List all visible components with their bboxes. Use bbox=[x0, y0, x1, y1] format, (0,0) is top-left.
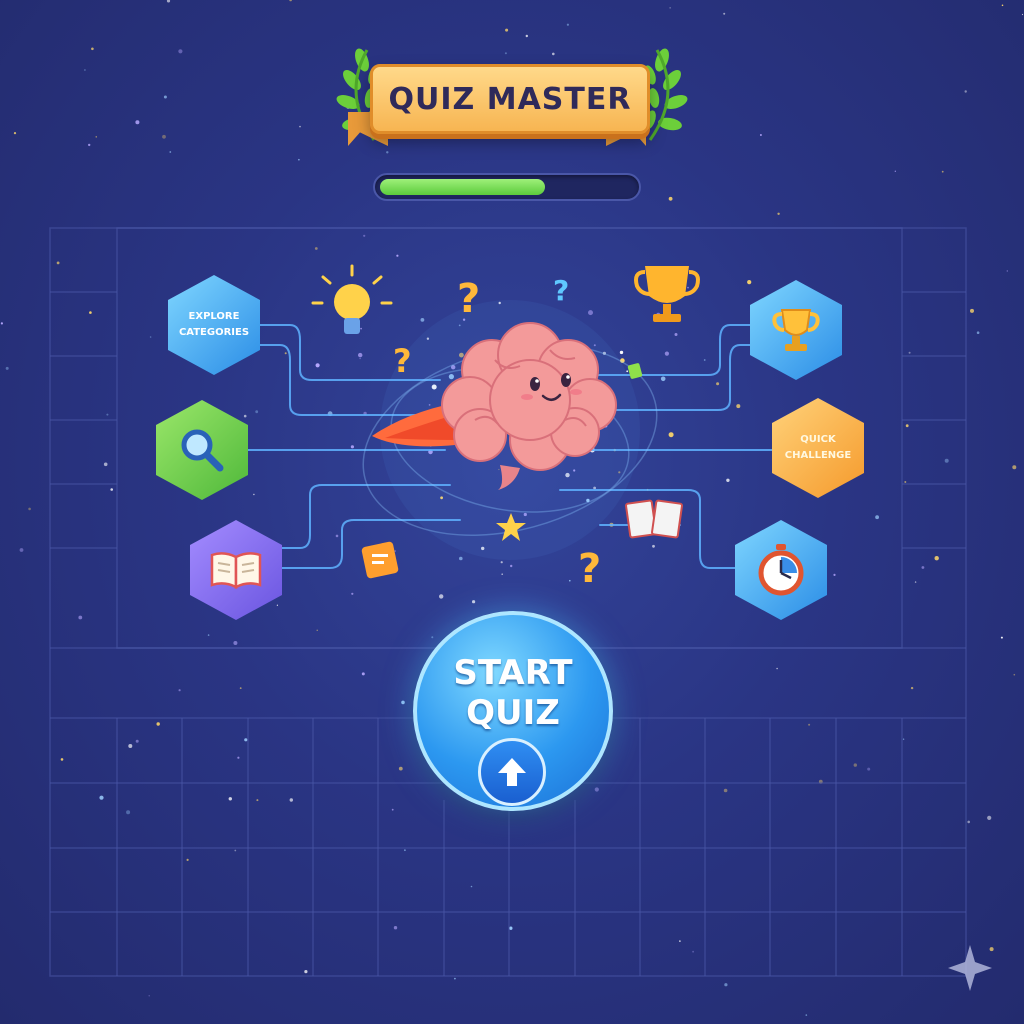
progress-fill bbox=[380, 179, 545, 195]
start-quiz-label: START QUIZ bbox=[453, 653, 573, 733]
quick-challenge-label: Quick Challenge bbox=[784, 434, 852, 461]
explore-categories-label: Explore Categories bbox=[178, 311, 250, 338]
title-banner: QUIZ MASTER bbox=[370, 64, 650, 134]
stopwatch-icon bbox=[758, 544, 804, 596]
trophy-icon bbox=[772, 309, 820, 351]
magnifying-glass-icon bbox=[181, 429, 224, 472]
game-title: QUIZ MASTER bbox=[388, 81, 632, 117]
progress-bar bbox=[373, 173, 641, 201]
open-book-icon bbox=[210, 552, 262, 590]
start-arrow-button[interactable] bbox=[478, 738, 546, 806]
brain-mascot-icon bbox=[372, 322, 617, 490]
up-arrow-icon bbox=[498, 758, 526, 786]
